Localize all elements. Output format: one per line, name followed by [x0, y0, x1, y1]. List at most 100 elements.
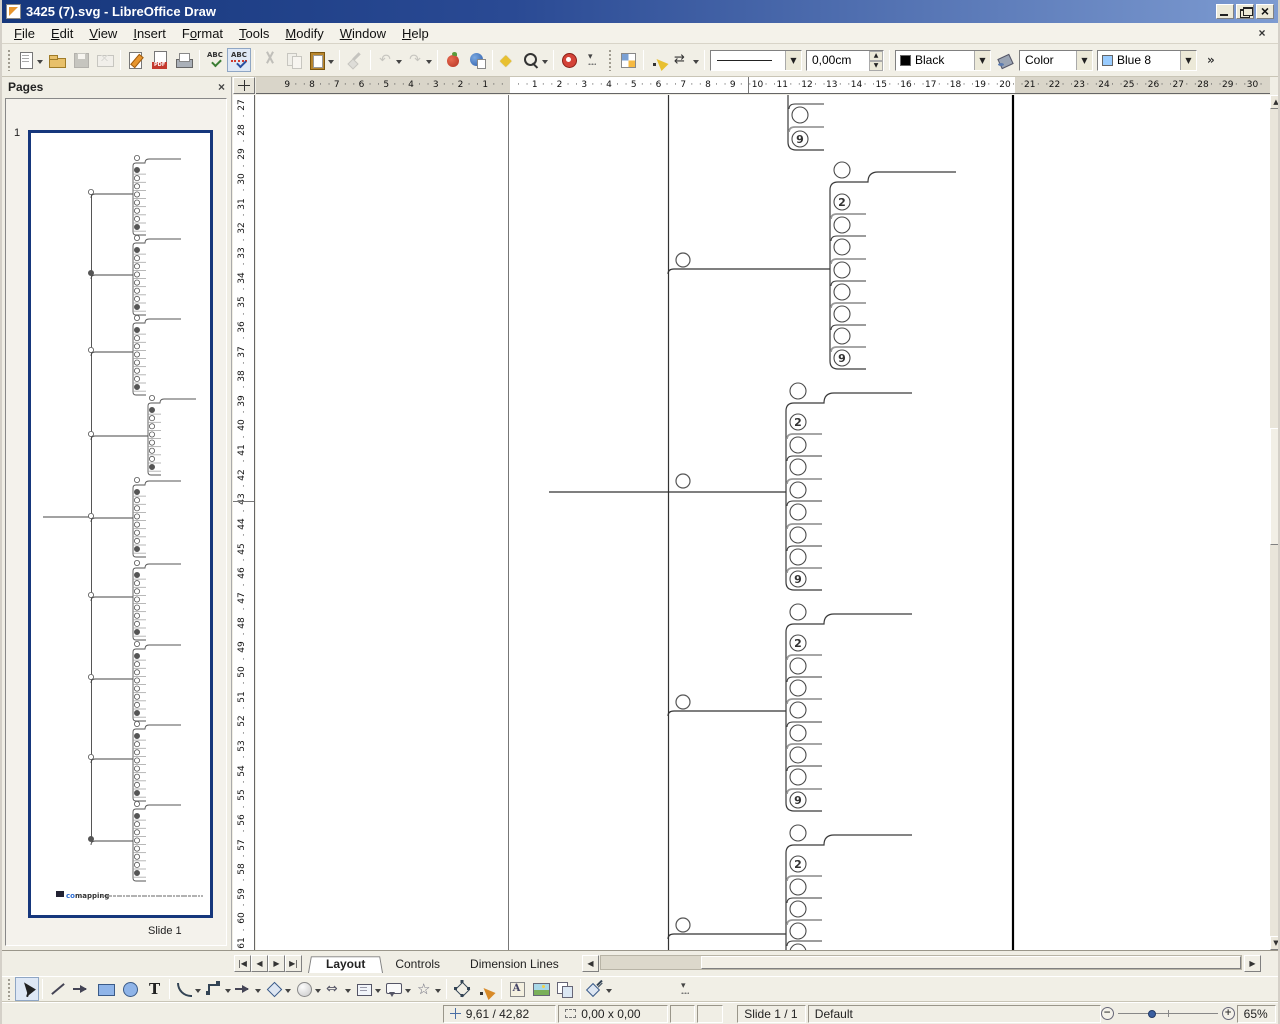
spellcheck-button[interactable]	[203, 48, 227, 72]
save-button[interactable]	[69, 48, 93, 72]
area-fill-button[interactable]	[993, 48, 1017, 72]
tab-controls[interactable]: Controls	[377, 955, 458, 973]
object-size-cell[interactable]: 0,00 x 0,00	[558, 1004, 668, 1023]
menu-help[interactable]: Help	[394, 24, 437, 43]
flowchart-button[interactable]	[353, 977, 383, 1001]
dropdown-arrow-icon[interactable]	[396, 59, 402, 67]
line-color-dropdown-icon[interactable]: ▼	[974, 50, 990, 70]
insert-image-button[interactable]	[529, 977, 553, 1001]
cut-button[interactable]	[258, 48, 282, 72]
curve-button[interactable]	[173, 977, 203, 1001]
points-button[interactable]	[450, 977, 474, 1001]
insert-ole-button[interactable]	[553, 977, 577, 1001]
horizontal-ruler[interactable]: 9 · · 8 · · 7 · · 6 · · 5 · · 4 · · 3 · · 2 · · 1 · · · · 1 · · 2 · · 3 · · 4 ·…	[256, 77, 1270, 94]
block-arrows-button[interactable]	[323, 977, 353, 1001]
new-button[interactable]	[15, 48, 45, 72]
select-button[interactable]	[15, 977, 39, 1001]
toolbar-options-button[interactable]	[674, 977, 698, 1001]
gallery-button[interactable]	[441, 48, 465, 72]
basic-shapes-button[interactable]	[263, 977, 293, 1001]
dropdown-arrow-icon[interactable]	[195, 988, 201, 996]
dropdown-arrow-icon[interactable]	[315, 988, 321, 996]
dropdown-arrow-icon[interactable]	[345, 988, 351, 996]
tab-dimension-lines[interactable]: Dimension Lines	[452, 955, 577, 973]
horizontal-scrollbar[interactable]	[600, 955, 1242, 970]
dropdown-arrow-icon[interactable]	[405, 988, 411, 996]
auto-spellcheck-button[interactable]	[227, 48, 251, 72]
line-color-select[interactable]: Black ▼	[895, 49, 991, 71]
zoom-button[interactable]	[520, 48, 550, 72]
glue-points-insert-button[interactable]	[474, 977, 498, 1001]
page-thumbnail[interactable]: comapping	[28, 130, 213, 918]
line-arrow-button[interactable]	[70, 977, 94, 1001]
print-button[interactable]	[172, 48, 196, 72]
fill-color-select[interactable]: Blue 8 ▼	[1097, 49, 1197, 71]
open-button[interactable]	[45, 48, 69, 72]
edit-points-button[interactable]	[647, 48, 671, 72]
vertical-scrollbar[interactable]: ▲ ▼	[1270, 95, 1278, 950]
rectangle-button[interactable]	[94, 977, 118, 1001]
line-style-dropdown-icon[interactable]: ▼	[785, 50, 801, 70]
menu-file[interactable]: File	[6, 24, 43, 43]
clone-formatting-button[interactable]	[343, 48, 367, 72]
page-style-cell[interactable]: Default	[807, 1004, 1101, 1023]
dropdown-arrow-icon[interactable]	[426, 59, 432, 67]
lines-arrows-button[interactable]	[233, 977, 263, 1001]
restore-button[interactable]	[1236, 4, 1254, 19]
branch-group[interactable]: 29	[675, 382, 912, 591]
redo-button[interactable]: ↷	[404, 48, 434, 72]
mindmap-drawing[interactable]: 92929292	[256, 95, 1270, 950]
fill-style-select[interactable]: Color ▼	[1019, 49, 1093, 71]
toolbar-overflow-button[interactable]: »	[1203, 51, 1219, 69]
hyperlink-button[interactable]	[465, 48, 489, 72]
dropdown-arrow-icon[interactable]	[225, 988, 231, 996]
scroll-up-icon[interactable]: ▲	[1270, 95, 1278, 109]
tab-layout[interactable]: Layout	[308, 955, 383, 973]
line-button[interactable]	[46, 977, 70, 1001]
close-document-icon[interactable]: ×	[1254, 26, 1270, 41]
dropdown-arrow-icon[interactable]	[542, 59, 548, 67]
branch-group[interactable]: 2	[667, 824, 912, 950]
extrusion-button[interactable]	[584, 977, 614, 1001]
scroll-down-icon[interactable]: ▼	[1270, 936, 1278, 950]
help-button[interactable]	[557, 48, 581, 72]
toolbar-handle2[interactable]	[608, 49, 613, 71]
dropdown-arrow-icon[interactable]	[606, 988, 612, 996]
spin-up-icon[interactable]: ▲	[869, 50, 883, 61]
menu-insert[interactable]: Insert	[125, 24, 174, 43]
zoom-out-icon[interactable]: −	[1100, 1007, 1114, 1020]
fontwork-button[interactable]	[505, 977, 529, 1001]
callouts-button[interactable]	[383, 977, 413, 1001]
dropdown-arrow-icon[interactable]	[285, 988, 291, 996]
stars-button[interactable]	[413, 977, 443, 1001]
dropdown-arrow-icon[interactable]	[435, 988, 441, 996]
branch-group[interactable]: 9	[787, 95, 824, 151]
scroll-left-icon[interactable]: ◀	[582, 955, 599, 972]
undo-button[interactable]: ↶	[374, 48, 404, 72]
next-page-button[interactable]: ▶	[268, 955, 285, 972]
drawbar-handle[interactable]	[7, 978, 12, 1000]
menu-edit[interactable]: Edit	[43, 24, 81, 43]
dropdown-arrow-icon[interactable]	[37, 59, 43, 67]
menu-format[interactable]: Format	[174, 24, 231, 43]
drawing-canvas[interactable]: 92929292	[256, 95, 1270, 950]
zoom-slider-thumb[interactable]	[1147, 1010, 1156, 1018]
glue-points-button[interactable]	[671, 48, 701, 72]
paste-button[interactable]	[306, 48, 336, 72]
dropdown-arrow-icon[interactable]	[328, 59, 334, 67]
previous-page-button[interactable]: ◀	[251, 955, 268, 972]
branch-group[interactable]: 29	[667, 603, 912, 812]
cursor-position-cell[interactable]: 9,61 / 42,82	[442, 1004, 557, 1023]
scroll-right-icon[interactable]: ▶	[1244, 955, 1261, 972]
menu-view[interactable]: View	[81, 24, 125, 43]
close-button[interactable]	[1256, 3, 1274, 19]
slide-indicator-cell[interactable]: Slide 1 / 1	[737, 1004, 806, 1023]
menu-window[interactable]: Window	[332, 24, 394, 43]
first-page-button[interactable]: |◀	[234, 955, 251, 972]
minimize-button[interactable]	[1216, 4, 1234, 19]
toolbar-handle[interactable]	[7, 49, 12, 71]
menu-modify[interactable]: Modify	[277, 24, 331, 43]
vertical-ruler[interactable]: 27 · 28 · 29 · 30 · 31 · 32 · 33 · 34 · 35 · 36 · 37 · 38 · 39 · 4…	[233, 95, 255, 950]
edit-file-button[interactable]	[124, 48, 148, 72]
toolbar-more-button[interactable]	[581, 48, 605, 72]
